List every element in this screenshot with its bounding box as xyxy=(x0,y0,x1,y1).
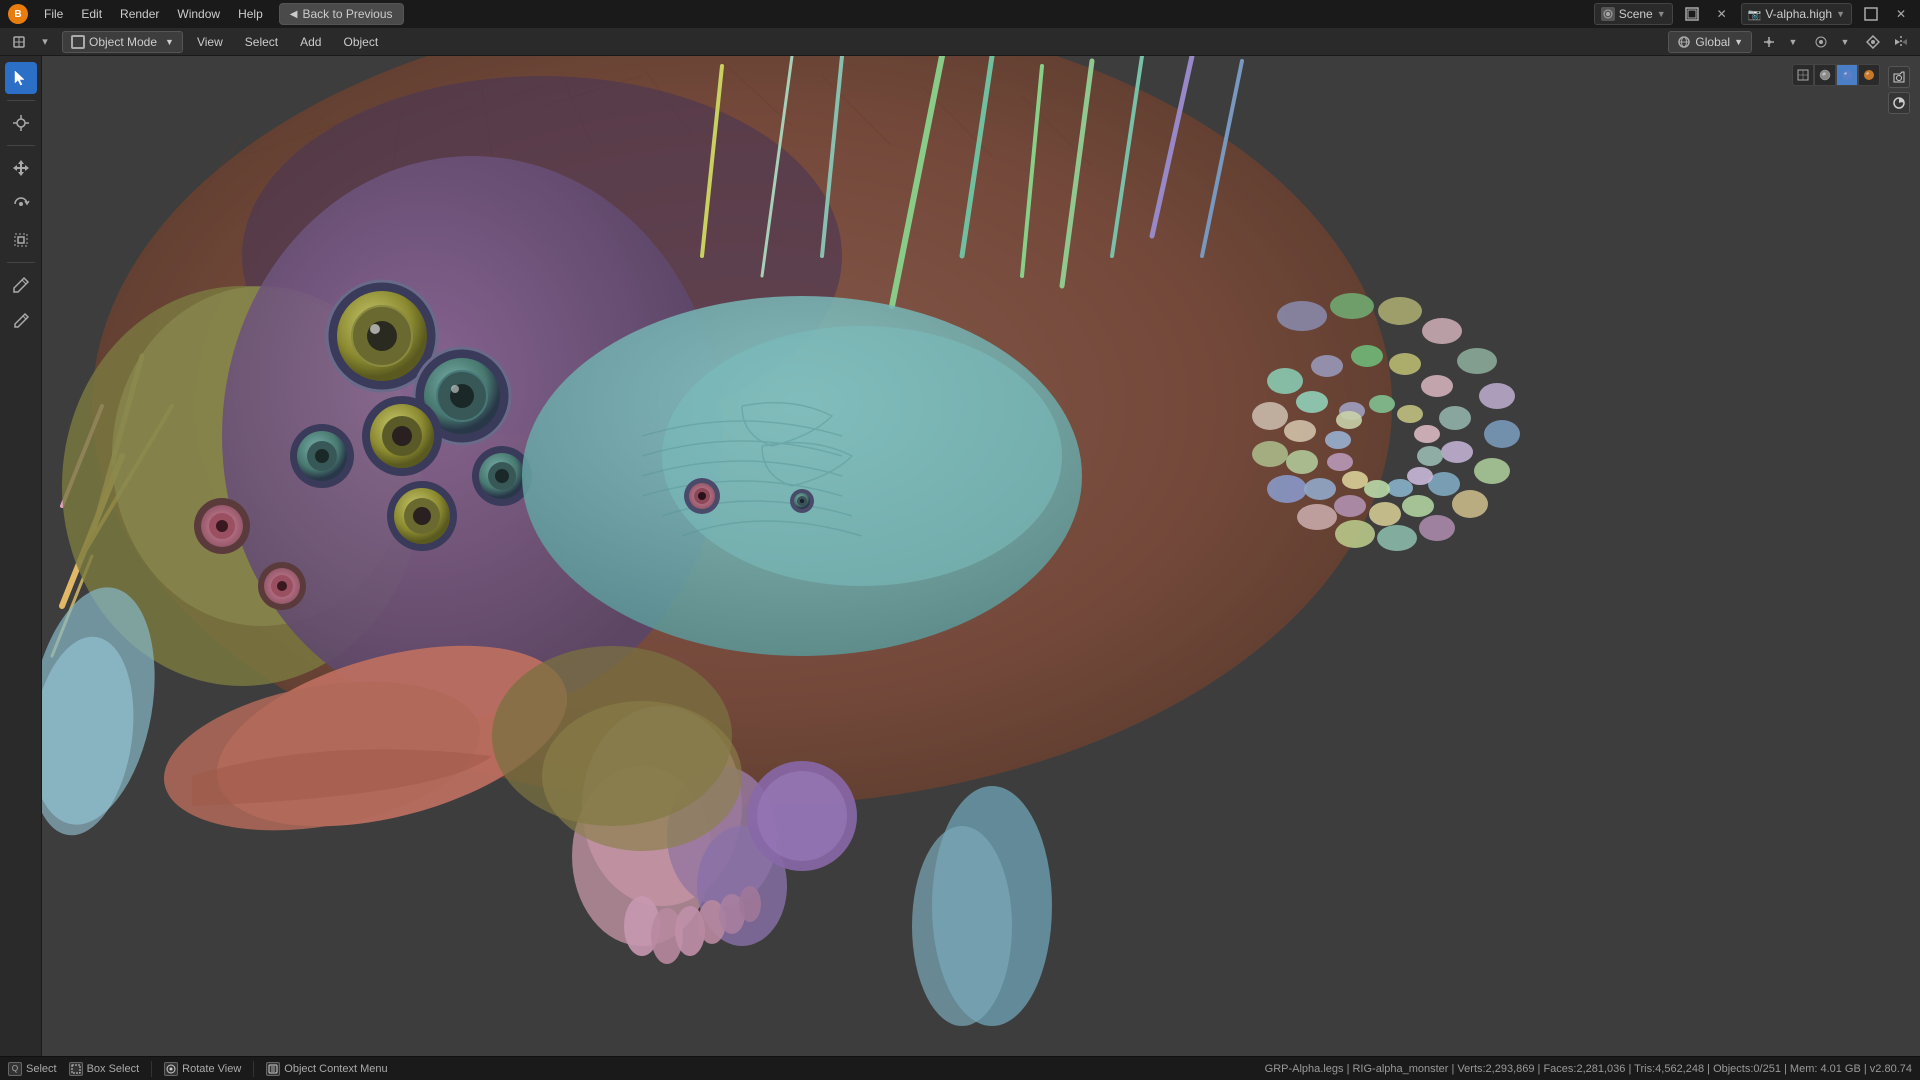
blender-logo: B xyxy=(8,4,28,24)
viewport-navigation-icons xyxy=(1888,66,1910,114)
wireframe-mode-btn[interactable] xyxy=(1792,64,1814,86)
main-area xyxy=(0,56,1920,1056)
mode-chevron-icon: ▼ xyxy=(165,37,174,47)
back-arrow-icon: ◀ xyxy=(290,9,298,20)
measure-tool-button[interactable] xyxy=(5,305,37,337)
select-key-icon: Q xyxy=(8,1062,22,1076)
rotate-view-key-icon xyxy=(164,1062,178,1076)
transform-chevron-icon[interactable]: ▼ xyxy=(1782,31,1804,53)
menu-window[interactable]: Window xyxy=(169,5,228,23)
header-menu: File Edit Render Window Help xyxy=(36,5,271,23)
annotate-tool-button[interactable] xyxy=(5,269,37,301)
header-right: Scene ▼ ✕ 📷 V-alpha.high ▼ ✕ xyxy=(1594,3,1912,25)
viewport-shading-icon[interactable] xyxy=(1888,92,1910,114)
context-menu-key-icon xyxy=(266,1062,280,1076)
global-label: Global xyxy=(1695,35,1730,49)
mode-icon xyxy=(71,35,85,49)
scene-selector[interactable]: Scene ▼ xyxy=(1594,3,1673,25)
global-icon xyxy=(1677,35,1691,49)
back-to-previous-button[interactable]: ◀ Back to Previous xyxy=(279,3,404,25)
menu-render[interactable]: Render xyxy=(112,5,167,23)
v-alpha-maximize-icon[interactable] xyxy=(1860,3,1882,25)
global-transform-selector[interactable]: Global ▼ xyxy=(1668,31,1752,53)
transform-icons: ▼ xyxy=(1758,31,1804,53)
move-tool-button[interactable] xyxy=(5,152,37,184)
mirror-icon[interactable] xyxy=(1890,31,1912,53)
rotate-view-label: Rotate View xyxy=(182,1063,241,1075)
select-menu[interactable]: Select xyxy=(237,31,286,53)
viewport-toolbar: ▾ Object Mode ▼ View Select Add Object G… xyxy=(0,28,1920,56)
viewport-stats: GRP-Alpha.legs | RIG-alpha_monster | Ver… xyxy=(1265,1063,1912,1075)
v-alpha-chevron-icon: ▼ xyxy=(1836,9,1845,19)
transform-pivot-icon[interactable] xyxy=(1758,31,1780,53)
annotate-pencil-icon xyxy=(12,276,30,294)
box-select-status: Box Select xyxy=(69,1062,140,1076)
box-select-label: Box Select xyxy=(87,1063,140,1075)
menu-file[interactable]: File xyxy=(36,5,71,23)
rendered-mode-btn[interactable] xyxy=(1858,64,1880,86)
v-alpha-close-icon[interactable]: ✕ xyxy=(1890,3,1912,25)
render-mode-group xyxy=(1792,64,1880,86)
back-to-previous-label: Back to Previous xyxy=(302,7,392,21)
creature-render xyxy=(42,56,1920,1056)
global-chevron-icon: ▼ xyxy=(1734,37,1743,47)
left-toolbar xyxy=(0,56,42,1056)
box-select-key-icon xyxy=(69,1062,83,1076)
status-bar: Q Select Box Select Rotate View xyxy=(0,1056,1920,1080)
add-menu[interactable]: Add xyxy=(292,31,329,53)
viewport-icon2[interactable]: ▾ xyxy=(34,31,56,53)
object-mode-selector[interactable]: Object Mode ▼ xyxy=(62,31,183,53)
viewport-icon1[interactable] xyxy=(8,31,30,53)
menu-edit[interactable]: Edit xyxy=(73,5,110,23)
select-label: Select xyxy=(26,1063,57,1075)
camera-icon: 📷 xyxy=(1748,8,1762,21)
select-status: Q Select xyxy=(8,1062,57,1076)
scene-chevron-icon: ▼ xyxy=(1657,9,1666,19)
rotate-tool-button[interactable] xyxy=(5,188,37,220)
proportional-icon[interactable] xyxy=(1810,31,1832,53)
cursor-icon xyxy=(12,114,30,132)
rotate-view-status: Rotate View xyxy=(164,1062,241,1076)
snap-icon[interactable] xyxy=(1862,31,1884,53)
view-menu[interactable]: View xyxy=(189,31,231,53)
header-bar: B File Edit Render Window Help ◀ Back to… xyxy=(0,0,1920,28)
v-alpha-label: V-alpha.high xyxy=(1765,7,1832,21)
proportional-editing: ▼ xyxy=(1810,31,1856,53)
close-window-icon[interactable]: ✕ xyxy=(1711,3,1733,25)
measure-icon xyxy=(12,312,30,330)
solid-mode-btn[interactable] xyxy=(1814,64,1836,86)
3d-viewport[interactable] xyxy=(42,56,1920,1056)
v-alpha-selector[interactable]: 📷 V-alpha.high ▼ xyxy=(1741,3,1852,25)
snap-tools xyxy=(1862,31,1884,53)
move-icon xyxy=(12,159,30,177)
rotate-icon xyxy=(12,195,30,213)
context-menu-status: Object Context Menu xyxy=(266,1062,387,1076)
object-mode-label: Object Mode xyxy=(89,35,157,49)
proportional-chevron-icon[interactable]: ▼ xyxy=(1834,31,1856,53)
menu-help[interactable]: Help xyxy=(230,5,271,23)
cursor-tool-button[interactable] xyxy=(5,107,37,139)
context-menu-label: Object Context Menu xyxy=(284,1063,387,1075)
select-tool-button[interactable] xyxy=(5,62,37,94)
maximize-window-icon[interactable] xyxy=(1681,3,1703,25)
select-cursor-icon xyxy=(12,69,30,87)
camera-view-icon[interactable] xyxy=(1888,66,1910,88)
scale-tool-button[interactable] xyxy=(5,224,37,256)
viewport-render-modes xyxy=(1792,64,1880,86)
object-menu[interactable]: Object xyxy=(335,31,386,53)
scene-label: Scene xyxy=(1619,7,1653,21)
material-preview-btn[interactable] xyxy=(1836,64,1858,86)
scene-icon xyxy=(1601,7,1615,21)
scale-icon xyxy=(12,231,30,249)
